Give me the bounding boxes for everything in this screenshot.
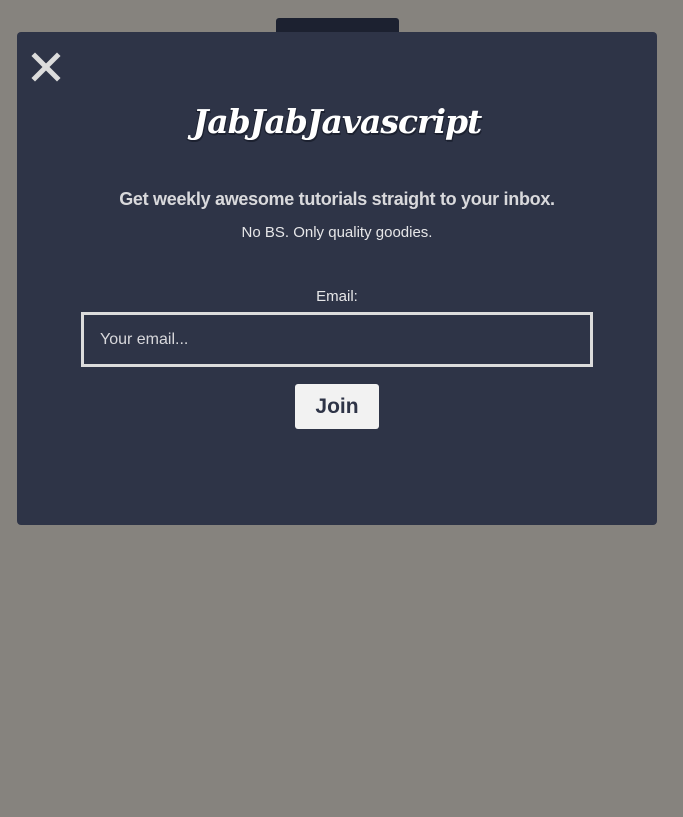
email-label: Email: [316, 288, 358, 305]
join-button[interactable]: Join [295, 384, 379, 429]
email-field[interactable] [81, 312, 593, 367]
newsletter-modal: JabJabJavascript Get weekly awesome tuto… [17, 32, 657, 525]
close-icon[interactable] [29, 50, 63, 84]
brand-logo: JabJabJavascript [192, 102, 483, 141]
modal-headline: Get weekly awesome tutorials straight to… [119, 189, 555, 209]
modal-subline: No BS. Only quality goodies. [241, 224, 433, 241]
